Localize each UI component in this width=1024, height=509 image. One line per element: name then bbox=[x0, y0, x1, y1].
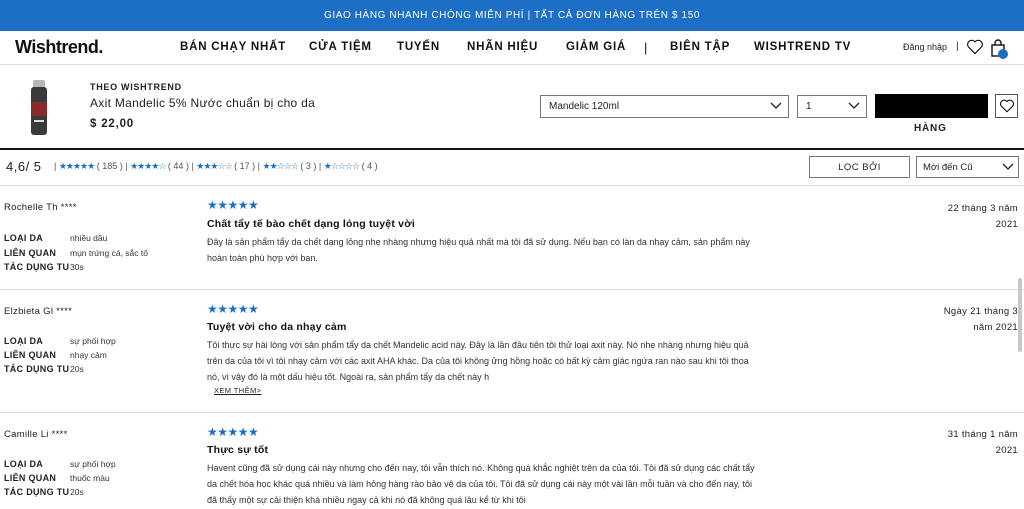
review-title: Chất tẩy tế bào chết dạng lỏng tuyệt vời bbox=[207, 218, 415, 230]
review-body: Tôi thực sự hài lòng với sản phẩm tẩy da… bbox=[207, 340, 749, 382]
login-separator: | bbox=[956, 41, 959, 52]
chevron-down-icon bbox=[1002, 163, 1014, 170]
nav-item-wishtrend-tv[interactable]: WISHTREND TV bbox=[754, 41, 851, 53]
attr-value: 30s bbox=[70, 262, 84, 272]
attr-label: TÁC DỤNG TU bbox=[4, 364, 70, 374]
attr-value: 20s bbox=[70, 364, 84, 374]
product-brand: THEO WISHTREND bbox=[90, 82, 182, 92]
nav-item-editorial[interactable]: BIÊN TẬP bbox=[670, 41, 730, 53]
promo-banner-text: GIAO HÀNG NHANH CHÓNG MIỄN PHÍ | TẤT CẢ … bbox=[323, 10, 701, 21]
rating-distribution: | ★★★★★ ( 185 ) | ★★★★☆ ( 44 ) | ★★★☆☆ (… bbox=[54, 161, 378, 171]
review-stars: ★★★★★ bbox=[207, 198, 259, 212]
sort-select-value: Mới đến Cũ bbox=[923, 162, 973, 173]
attr-value: nhạy cảm bbox=[70, 350, 107, 360]
heart-icon bbox=[999, 99, 1014, 113]
rating-filter-3[interactable]: ★★★☆☆ ( 17 ) bbox=[196, 161, 255, 171]
wishlist-button[interactable] bbox=[995, 94, 1018, 118]
quantity-select[interactable]: 1 bbox=[797, 95, 867, 118]
review-stars: ★★★★★ bbox=[207, 302, 259, 316]
attr-label: LIÊN QUAN bbox=[4, 248, 57, 258]
reviewer-name: Elzbieta Gl **** bbox=[4, 306, 73, 317]
sort-select[interactable]: Mới đến Cũ bbox=[916, 156, 1019, 178]
add-to-cart-button[interactable] bbox=[875, 94, 988, 118]
product-name: Axit Mandelic 5% Nước chuẩn bị cho da bbox=[90, 96, 316, 110]
attr-label: TÁC DỤNG TU bbox=[4, 262, 70, 272]
rating-filter-1[interactable]: ★☆☆☆☆ ( 4 ) bbox=[324, 161, 378, 171]
read-more-link[interactable]: XEM THÊM> bbox=[214, 386, 261, 395]
review-stars: ★★★★★ bbox=[207, 425, 259, 439]
attr-value: mụn trứng cá, sắc tố bbox=[70, 248, 148, 258]
product-thumbnail bbox=[31, 80, 47, 135]
login-link[interactable]: Đăng nhập bbox=[903, 42, 947, 52]
review-item: Camille Li **** LOẠI DA sự phối hợp LIÊN… bbox=[0, 413, 1024, 509]
quantity-select-value: 1 bbox=[806, 101, 812, 112]
filter-button[interactable]: LỌC BỞI bbox=[809, 156, 910, 178]
review-body: Đây là sản phẩm tẩy da chết dạng lỏng nh… bbox=[207, 237, 750, 263]
nav-item-shop[interactable]: CỬA TIỆM bbox=[309, 41, 372, 53]
chevron-down-icon bbox=[770, 102, 782, 109]
attr-label: TÁC DỤNG TU bbox=[4, 487, 70, 497]
nav-item-brands[interactable]: NHÃN HIỆU bbox=[467, 41, 538, 53]
reviewer-name: Rochelle Th **** bbox=[4, 202, 77, 213]
review-item: Rochelle Th **** LOẠI DA nhiều dầu LIÊN … bbox=[0, 187, 1024, 290]
product-price: $ 22,00 bbox=[90, 118, 134, 130]
review-date: Ngày 21 tháng 3 năm 2021 bbox=[943, 306, 1018, 333]
attr-label: LOẠI DA bbox=[4, 459, 44, 469]
review-title: Thực sự tốt bbox=[207, 444, 269, 456]
rating-filter-5[interactable]: ★★★★★ ( 185 ) bbox=[59, 161, 123, 171]
logo[interactable]: Wishtrend. bbox=[15, 37, 103, 58]
attr-label: LOẠI DA bbox=[4, 233, 44, 243]
option-select[interactable]: Mandelic 120ml bbox=[540, 95, 789, 118]
product-bar: THEO WISHTREND Axit Mandelic 5% Nước chu… bbox=[0, 66, 1024, 150]
main-nav: Wishtrend. BÁN CHẠY NHẤT CỬA TIỆM TUYỂN … bbox=[0, 31, 1024, 65]
review-title: Tuyệt vời cho da nhạy cảm bbox=[207, 321, 347, 333]
reviewer-name: Camille Li **** bbox=[4, 429, 68, 440]
nav-item-sale[interactable]: GIẢM GIÁ bbox=[566, 41, 626, 53]
attr-value: nhiều dầu bbox=[70, 233, 108, 243]
review-body: Havent cũng đã sử dụng cái này nhưng cho… bbox=[207, 463, 755, 505]
nav-item-best-sellers[interactable]: BÁN CHẠY NHẤT bbox=[180, 41, 286, 53]
rating-filter-4[interactable]: ★★★★☆ ( 44 ) bbox=[130, 161, 189, 171]
rating-summary: 4,6/ 5 | ★★★★★ ( 185 ) | ★★★★☆ ( 44 ) | … bbox=[0, 151, 1024, 186]
attr-value: sự phối hợp bbox=[70, 336, 116, 346]
promo-banner: GIAO HÀNG NHANH CHÓNG MIỄN PHÍ | TẤT CẢ … bbox=[0, 0, 1024, 31]
nav-separator: | bbox=[644, 40, 648, 55]
cart-badge-dot bbox=[998, 49, 1008, 59]
add-to-cart-label: HÀNG bbox=[914, 123, 947, 134]
attr-value: thuốc màu bbox=[70, 473, 110, 483]
average-rating: 4,6/ 5 bbox=[6, 159, 42, 174]
nav-item-curation[interactable]: TUYỂN bbox=[397, 41, 440, 53]
rating-filter-2[interactable]: ★★☆☆☆ ( 3 ) bbox=[263, 161, 317, 171]
heart-icon[interactable] bbox=[966, 39, 984, 55]
review-date: 31 tháng 1 năm 2021 bbox=[947, 429, 1018, 456]
attr-value: 20s bbox=[70, 487, 84, 497]
chevron-down-icon bbox=[848, 102, 860, 109]
scrollbar-thumb[interactable] bbox=[1018, 278, 1022, 352]
attr-label: LIÊN QUAN bbox=[4, 473, 57, 483]
attr-label: LIÊN QUAN bbox=[4, 350, 57, 360]
review-date: 22 tháng 3 năm 2021 bbox=[947, 203, 1018, 230]
attr-label: LOẠI DA bbox=[4, 336, 44, 346]
option-select-value: Mandelic 120ml bbox=[549, 101, 620, 112]
attr-value: sự phối hợp bbox=[70, 459, 116, 469]
review-item: Elzbieta Gl **** LOẠI DA sự phối hợp LIÊ… bbox=[0, 290, 1024, 413]
